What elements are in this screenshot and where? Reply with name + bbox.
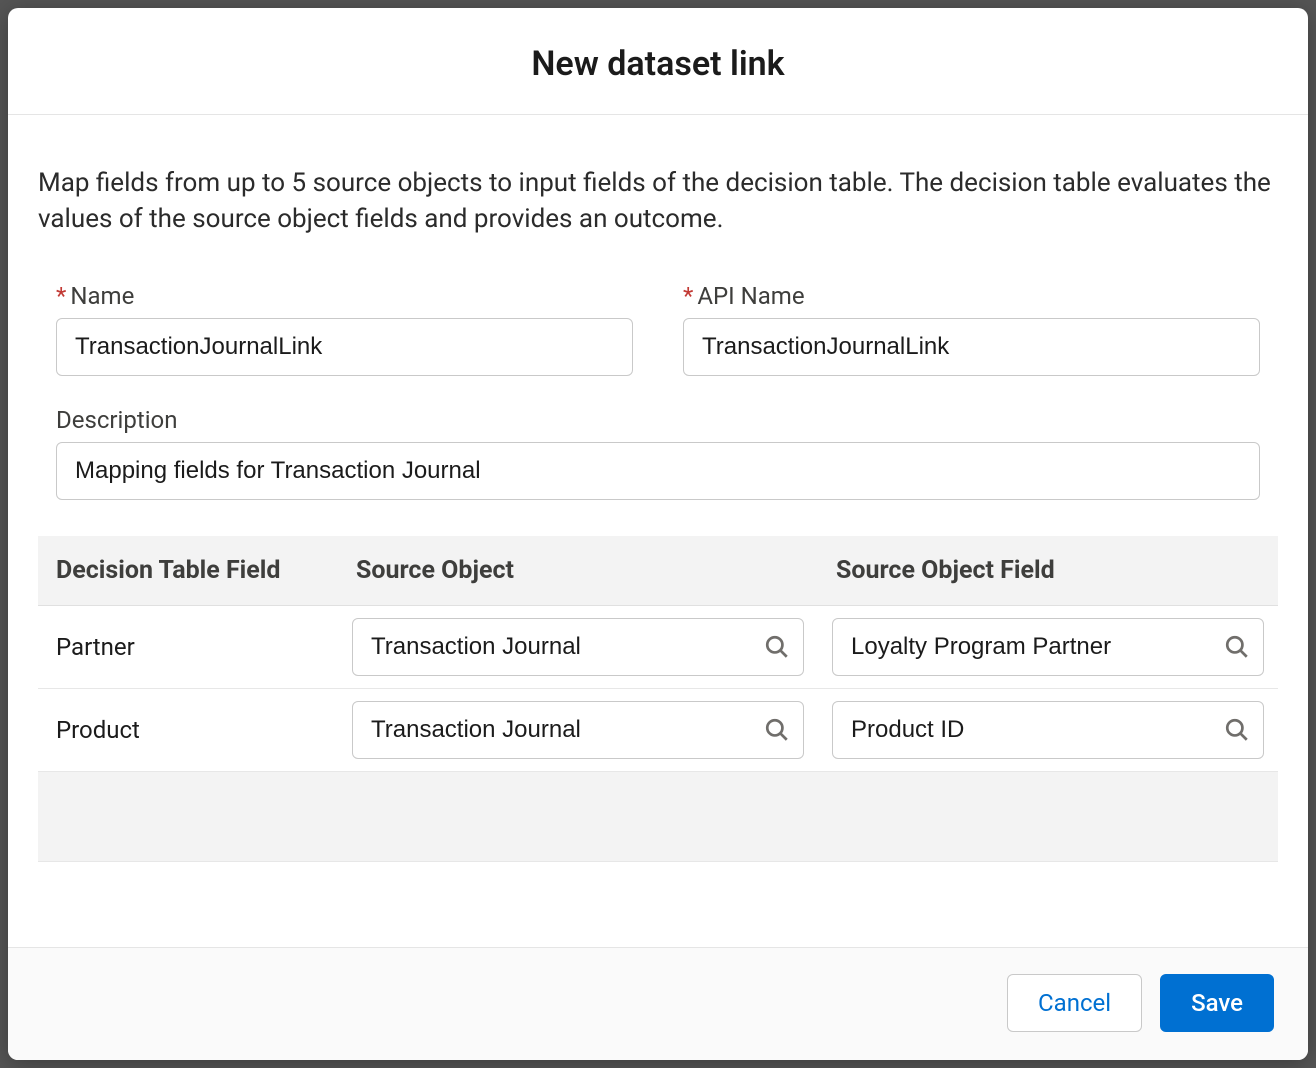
new-dataset-link-modal: New dataset link Map fields from up to 5… [8,8,1308,1060]
cell-source-object-field [818,605,1278,688]
api-name-input[interactable] [683,318,1260,376]
table-header-row: Decision Table Field Source Object Sourc… [38,536,1278,606]
source-object-field-input[interactable] [832,618,1264,676]
api-name-label-text: API Name [697,282,804,310]
table-row: Partner [38,605,1278,688]
name-label: *Name [56,282,633,310]
form-group-api-name: *API Name [683,282,1260,376]
th-source-object: Source Object [338,536,818,606]
source-object-field-lookup[interactable] [832,701,1264,759]
cell-source-object [338,605,818,688]
table-filler-cell [38,771,1278,861]
form-group-name: *Name [56,282,633,376]
intro-text: Map fields from up to 5 source objects t… [38,165,1278,238]
th-source-object-field: Source Object Field [818,536,1278,606]
table-row: Product [38,688,1278,771]
mapping-table: Decision Table Field Source Object Sourc… [38,536,1278,862]
source-object-lookup[interactable] [352,618,804,676]
source-object-field-input[interactable] [832,701,1264,759]
modal-body: Map fields from up to 5 source objects t… [8,115,1308,947]
mapping-table-wrap: Decision Table Field Source Object Sourc… [38,536,1278,862]
source-object-input[interactable] [352,618,804,676]
description-input[interactable] [56,442,1260,500]
modal-header: New dataset link [8,8,1308,115]
table-filler-row [38,771,1278,861]
modal-footer: Cancel Save [8,947,1308,1060]
cell-source-object [338,688,818,771]
required-asterisk: * [56,282,66,310]
source-object-input[interactable] [352,701,804,759]
description-label: Description [56,406,1260,434]
cell-source-object-field [818,688,1278,771]
save-button[interactable]: Save [1160,974,1274,1032]
name-input[interactable] [56,318,633,376]
form-row-name-api: *Name *API Name [38,282,1278,376]
api-name-label: *API Name [683,282,1260,310]
th-decision-table-field: Decision Table Field [38,536,338,606]
source-object-lookup[interactable] [352,701,804,759]
name-label-text: Name [70,282,134,310]
modal-title: New dataset link [28,44,1288,84]
cancel-button[interactable]: Cancel [1007,974,1142,1032]
cell-decision-table-field: Partner [38,605,338,688]
source-object-field-lookup[interactable] [832,618,1264,676]
required-asterisk: * [683,282,693,310]
cell-decision-table-field: Product [38,688,338,771]
form-group-description: Description [38,406,1278,500]
